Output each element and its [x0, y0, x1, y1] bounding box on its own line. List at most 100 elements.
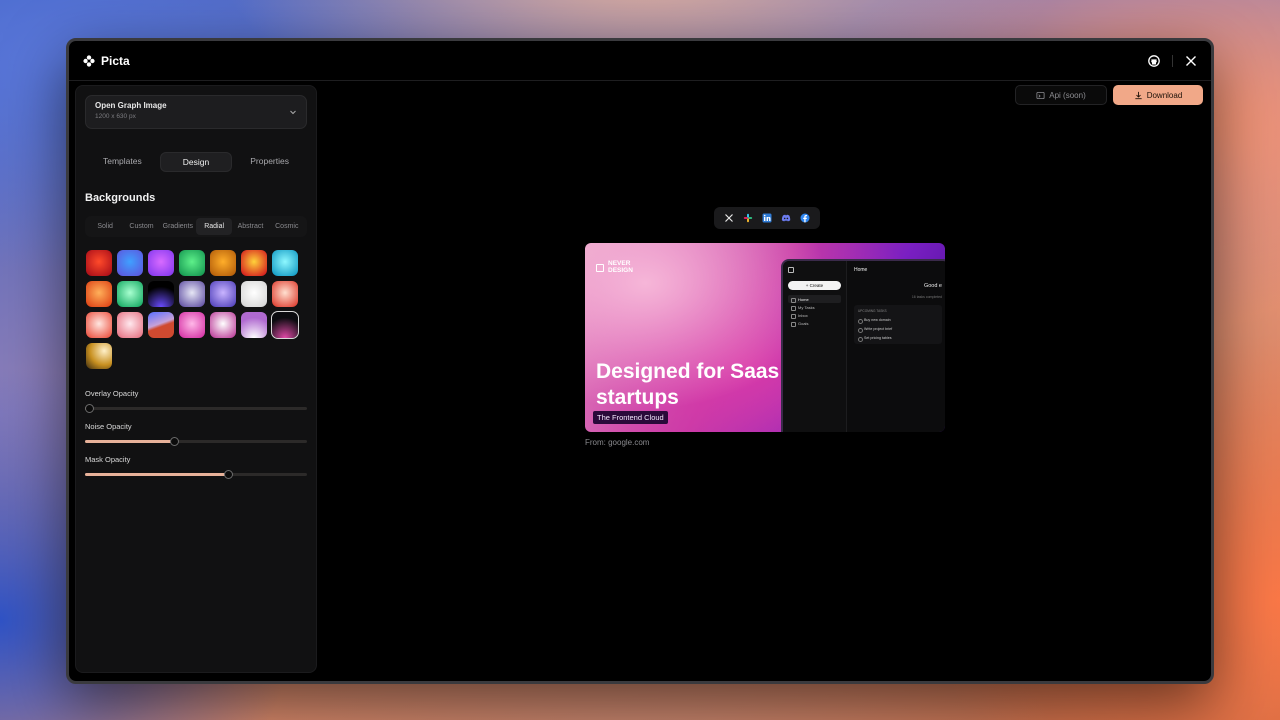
tab-templates[interactable]: Templates [87, 152, 158, 172]
background-swatch[interactable] [179, 250, 205, 276]
mockup-sidebar: + Create Home My Tasks Inbox Goals [783, 261, 847, 432]
mockup-task-row: Write project brief [858, 327, 938, 333]
slider-track[interactable] [85, 470, 307, 479]
mockup-logo-icon [788, 267, 794, 273]
background-swatch[interactable] [241, 281, 267, 307]
background-swatch[interactable] [117, 250, 143, 276]
preset-name: Open Graph Image [95, 101, 167, 110]
tab-properties[interactable]: Properties [234, 152, 305, 172]
x-icon[interactable] [723, 212, 735, 224]
slider-thumb[interactable] [223, 470, 233, 479]
logo-mark-icon [596, 263, 604, 272]
download-button[interactable]: Download [1113, 85, 1203, 105]
background-swatch[interactable] [86, 281, 112, 307]
github-icon[interactable] [1148, 54, 1160, 67]
mockup-header: Home [854, 267, 868, 273]
bg-tab-solid[interactable]: Solid [87, 218, 123, 235]
slider-fill [85, 473, 229, 476]
social-preview-selector [714, 207, 820, 229]
top-bar: Picta [69, 41, 1211, 81]
app-name: Picta [101, 53, 130, 68]
og-tag: The Frontend Cloud [593, 411, 668, 424]
facebook-icon[interactable] [799, 212, 811, 224]
background-swatch[interactable] [179, 281, 205, 307]
mockup-create-button: + Create [788, 281, 841, 290]
preset-dropdown[interactable]: Open Graph Image 1200 x 630 px [85, 95, 307, 129]
background-swatch[interactable] [241, 250, 267, 276]
logo-text-line2: DESIGN [608, 266, 633, 274]
preset-size: 1200 x 630 px [95, 113, 136, 120]
api-icon [1036, 91, 1045, 99]
background-swatch[interactable] [86, 250, 112, 276]
background-swatch[interactable] [241, 312, 267, 338]
background-swatch[interactable] [210, 250, 236, 276]
brand-logo: NEVER DESIGN [596, 260, 633, 274]
app-logo[interactable]: Picta [83, 54, 130, 68]
app-window: Picta Open Graph Image 1200 x 630 px Tem… [66, 38, 1214, 684]
preview-source: From: google.com [585, 438, 650, 447]
x-icon[interactable] [1185, 55, 1197, 67]
slider-noise-opacity: Noise Opacity [85, 422, 307, 446]
background-swatch[interactable] [148, 281, 174, 307]
background-swatch[interactable] [210, 312, 236, 338]
mockup-task-row: Set pricing tables [858, 336, 938, 342]
tab-design[interactable]: Design [159, 152, 233, 172]
bg-tab-gradients[interactable]: Gradients [160, 218, 196, 235]
header-actions: Api (soon) Download [1015, 85, 1203, 105]
background-swatch[interactable] [148, 250, 174, 276]
slider-track[interactable] [85, 437, 307, 446]
mockup-tasks-label: UPCOMING TASKS [858, 309, 887, 313]
mockup-greeting: Good e [923, 283, 942, 289]
background-swatch[interactable] [148, 312, 174, 338]
api-button[interactable]: Api (soon) [1015, 85, 1107, 105]
chevron-down-icon [290, 110, 296, 115]
og-headline: Designed for Saas startups [596, 360, 780, 409]
background-swatch-grid [85, 250, 307, 369]
background-swatch[interactable] [86, 343, 112, 369]
mockup-tasks: UPCOMING TASKS Buy new domain Write proje… [854, 305, 942, 344]
mockup-main: Home Good e 16 tasks completed UPCOMING … [847, 261, 945, 432]
backgrounds-title: Backgrounds [85, 192, 156, 204]
bg-tab-custom[interactable]: Custom [123, 218, 159, 235]
background-category-tabs: Solid Custom Gradients Radial Abstract Cosmic [85, 216, 307, 237]
slider-label: Overlay Opacity [85, 389, 139, 398]
divider [1172, 54, 1173, 67]
mockup-nav-item: Goals [788, 319, 841, 327]
api-button-label: Api (soon) [1049, 90, 1086, 100]
slider-thumb[interactable] [170, 437, 180, 446]
mockup-nav-item: My Tasks [788, 303, 841, 311]
app-mockup: + Create Home My Tasks Inbox Goals Home Goo… [781, 259, 945, 432]
slider-track[interactable] [84, 404, 307, 413]
slider-label: Mask Opacity [85, 455, 131, 464]
mockup-nav: Home My Tasks Inbox Goals [788, 295, 841, 327]
picta-logo-icon [83, 54, 95, 67]
slider-label: Noise Opacity [85, 422, 132, 431]
linkedin-icon[interactable] [761, 212, 773, 224]
background-swatch[interactable] [117, 312, 143, 338]
slider-thumb[interactable] [84, 404, 94, 413]
background-swatch[interactable] [117, 281, 143, 307]
slider-mask-opacity: Mask Opacity [85, 455, 307, 479]
background-swatch[interactable] [272, 281, 298, 307]
bg-tab-cosmic[interactable]: Cosmic [269, 218, 305, 235]
mockup-nav-item: Home [788, 295, 841, 303]
slack-icon[interactable] [742, 212, 754, 224]
sidebar-tabs: Templates Design Properties [85, 152, 307, 172]
background-swatch[interactable] [272, 250, 298, 276]
background-swatch[interactable] [210, 281, 236, 307]
bg-tab-radial[interactable]: Radial [195, 218, 233, 235]
background-swatch[interactable] [86, 312, 112, 338]
sidebar: Open Graph Image 1200 x 630 px Templates… [75, 85, 317, 673]
background-swatch[interactable] [271, 311, 299, 339]
mockup-task-row: Buy new domain [858, 318, 938, 324]
mockup-subtitle: 16 tasks completed [911, 295, 942, 299]
slider-fill [85, 440, 175, 443]
download-button-label: Download [1146, 90, 1183, 100]
mockup-nav-item: Inbox [788, 311, 841, 319]
download-icon [1135, 91, 1142, 99]
slider-overlay-opacity: Overlay Opacity [84, 389, 307, 413]
bg-tab-abstract[interactable]: Abstract [232, 218, 268, 235]
og-image-preview: NEVER DESIGN Designed for Saas startups … [585, 243, 945, 432]
background-swatch[interactable] [179, 312, 205, 338]
discord-icon[interactable] [780, 212, 792, 224]
